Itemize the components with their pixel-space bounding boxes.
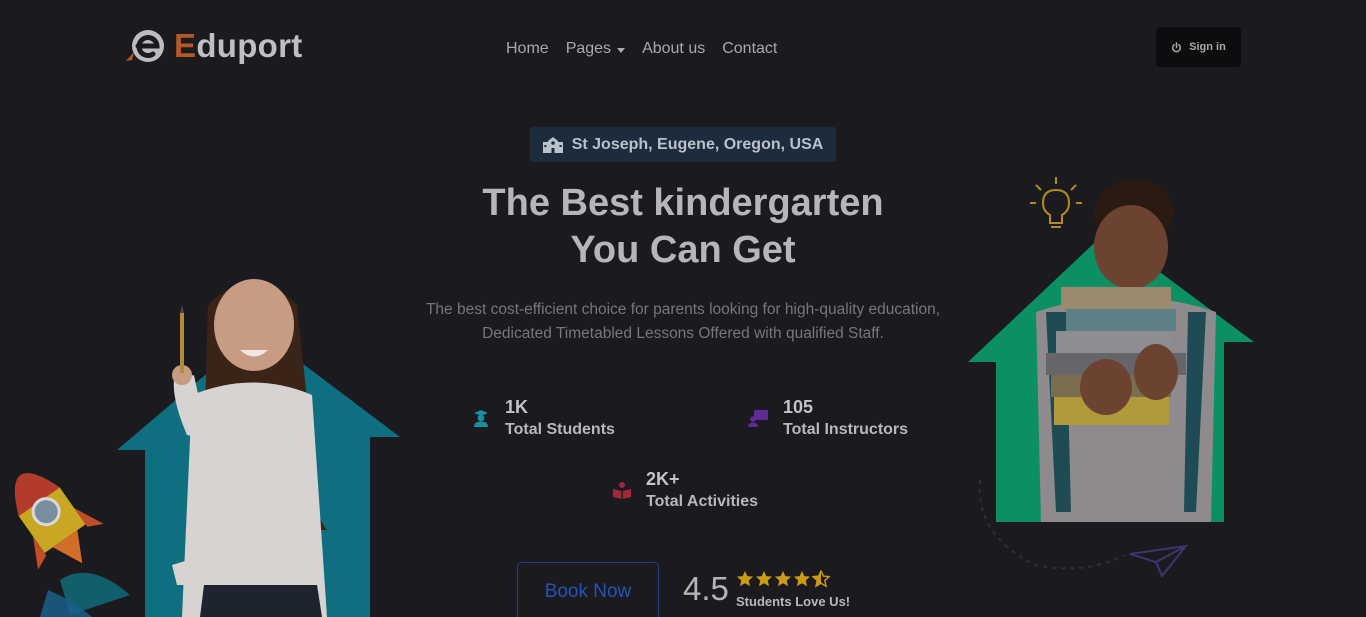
nav-about-label: About us (642, 40, 706, 57)
nav-home-label: Home (506, 40, 549, 57)
nav-contact-label: Contact (722, 40, 778, 57)
stat-students: 1K Total Students (469, 396, 615, 441)
hero-subtitle-line1: The best cost-efficient choice for paren… (425, 301, 941, 318)
hero-title-line1: The Best kindergarten (482, 182, 884, 224)
stat-activities-label: Total Activities (646, 493, 759, 510)
hero-title-line2: You Can Get (570, 229, 796, 271)
star-half-icon (812, 570, 830, 588)
nav-item-contact[interactable]: Contact (722, 40, 777, 58)
star-icon (793, 570, 811, 587)
caret-down-icon (617, 47, 626, 53)
hero-title: The Best kindergarten You Can Get (383, 180, 983, 274)
signin-button[interactable]: Sign in (1156, 27, 1241, 67)
brand-name: Eduport (174, 27, 303, 64)
student-icon (474, 410, 488, 427)
power-icon (1172, 41, 1182, 52)
girl-illustration (117, 279, 400, 617)
stat-activities: 2K+ Total Activities (610, 468, 758, 513)
star-icon (755, 570, 773, 587)
location-text: St Joseph, Eugene, Oregon, USA (571, 135, 824, 153)
star-icon (736, 570, 754, 587)
logo-e-icon (126, 30, 164, 62)
book-now-button[interactable]: Book Now (517, 562, 659, 617)
location-badge: St Joseph, Eugene, Oregon, USA (530, 127, 836, 162)
rating-stars (736, 570, 830, 588)
dashed-trail (978, 479, 1126, 570)
signin-label: Sign in (1189, 41, 1226, 53)
stat-instructors: 105 Total Instructors (747, 396, 908, 441)
stat-students-label: Total Students (505, 421, 615, 438)
paper-plane-icon (1129, 544, 1188, 578)
nav-pages-label: Pages (565, 40, 612, 57)
school-building-icon (542, 136, 563, 153)
nav-item-about[interactable]: About us (642, 40, 705, 58)
brand-logo[interactable]: Eduport (124, 26, 303, 66)
hero-subtitle-line2: Dedicated Timetabled Lessons Offered wit… (482, 325, 884, 342)
nav-item-pages[interactable]: Pages (565, 40, 626, 58)
stat-students-value: 1K (505, 397, 529, 417)
nav-item-home[interactable]: Home (506, 40, 549, 58)
hero-subtitle: The best cost-efficient choice for paren… (383, 298, 983, 346)
stat-instructors-value: 105 (783, 397, 814, 417)
stat-activities-value: 2K+ (646, 469, 680, 489)
rating-label: Students Love Us! (736, 594, 851, 609)
rating-value: 4.5 (683, 570, 729, 607)
main-nav: Home Pages About us Contact (506, 40, 777, 58)
stat-instructors-label: Total Instructors (783, 421, 909, 438)
instructor-icon (748, 410, 768, 427)
book-icon (613, 482, 631, 499)
star-icon (774, 570, 792, 587)
